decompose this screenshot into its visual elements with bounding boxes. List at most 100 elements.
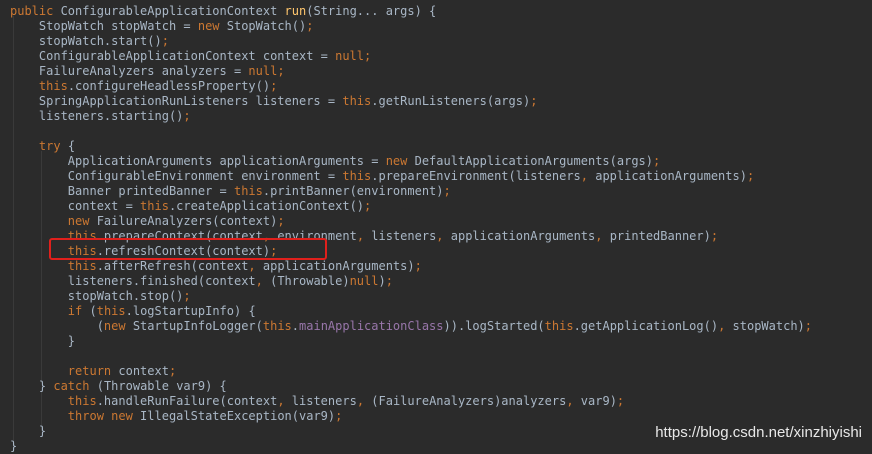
code-token: context: [118, 364, 169, 378]
code-line: throw new IllegalStateException(var9);: [10, 409, 343, 424]
code-token: StopWatch(): [226, 19, 307, 33]
code-token: applicationArguments: [450, 229, 596, 243]
code-token: this: [140, 199, 169, 213]
watermark: https://blog.csdn.net/xinzhiyishi: [655, 424, 862, 441]
code-token: .createApplicationContext(): [168, 199, 365, 213]
code-token: ;: [746, 169, 755, 183]
code-token: ;: [710, 229, 719, 243]
code-token: .printBanner(environment): [262, 184, 444, 198]
code-token: ,: [356, 229, 372, 243]
code-token: listeners.starting(): [10, 109, 184, 123]
code-token: )).logStarted(: [443, 319, 545, 333]
code-token: stopWatch): [732, 319, 805, 333]
code-token: SpringApplicationRunListeners listeners …: [10, 94, 343, 108]
code-token: .handleRunFailure(context: [96, 394, 278, 408]
code-token: ;: [530, 94, 538, 108]
code-token: ;: [616, 394, 625, 408]
code-line: public ConfigurableApplicationContext ru…: [10, 4, 436, 19]
code-token: ApplicationArguments applicationArgument…: [10, 154, 386, 168]
code-token: .: [291, 319, 300, 333]
code-token: this: [67, 394, 97, 408]
code-token: StopWatch stopWatch =: [10, 19, 198, 33]
code-token: ;: [364, 199, 372, 213]
code-token: null;: [335, 49, 372, 63]
code-token: stopWatch.stop(): [10, 289, 184, 303]
code-token: this: [233, 184, 263, 198]
code-token: ConfigurableEnvironment environment =: [10, 169, 343, 183]
highlight-box: [49, 238, 327, 260]
code-token: .getRunListeners(args): [371, 94, 531, 108]
code-token: applicationArguments): [595, 169, 747, 183]
code-token: applicationArguments): [262, 259, 415, 273]
code-line: ConfigurableApplicationContext context =…: [10, 49, 371, 64]
code-token: new: [103, 319, 133, 333]
code-token: this: [67, 259, 97, 273]
code-token: ,: [277, 394, 292, 408]
code-token: Banner printedBanner =: [10, 184, 234, 198]
code-token: }: [10, 424, 47, 438]
code-token: (: [10, 319, 104, 333]
code-line: ConfigurableEnvironment environment = th…: [10, 169, 754, 184]
code-line: listeners.finished(context, (Throwable)n…: [10, 274, 393, 289]
code-token: if: [67, 304, 90, 318]
code-line: }: [10, 334, 75, 349]
code-token: ;: [335, 409, 343, 423]
code-token: (FailureAnalyzers)analyzers: [371, 394, 567, 408]
code-token: }: [10, 379, 54, 393]
code-token: this: [96, 304, 126, 318]
code-token: ,: [356, 394, 372, 408]
code-line: this.handleRunFailure(context, listeners…: [10, 394, 624, 409]
code-token: stopWatch.start(): [10, 34, 162, 48]
code-token: ;: [653, 154, 661, 168]
code-token: run: [284, 4, 307, 18]
code-token: ,: [436, 229, 451, 243]
code-token: public: [10, 4, 61, 18]
code-line: try {: [10, 139, 75, 154]
code-token: this: [38, 79, 68, 93]
code-token: .afterRefresh(context: [96, 259, 249, 273]
code-token: this: [342, 169, 372, 183]
code-token: ;: [306, 19, 314, 33]
code-token: ,: [718, 319, 733, 333]
code-token: ,: [595, 229, 610, 243]
code-line: return context;: [10, 364, 176, 379]
code-token: new: [67, 214, 97, 228]
code-editor[interactable]: public ConfigurableApplicationContext ru…: [0, 0, 872, 453]
code-line: if (this.logStartupInfo) {: [10, 304, 256, 319]
code-token: ): [378, 274, 386, 288]
code-token: }: [10, 334, 76, 348]
code-token: (String... args) {: [306, 4, 437, 18]
code-token: .getApplicationLog(): [573, 319, 719, 333]
code-token: .configureHeadlessProperty(): [67, 79, 271, 93]
code-token: StartupInfoLogger(: [132, 319, 263, 333]
code-line: this.configureHeadlessProperty();: [10, 79, 277, 94]
code-token: ConfigurableApplicationContext: [60, 4, 285, 18]
code-token: var9): [580, 394, 617, 408]
code-token: mainApplicationClass: [299, 319, 444, 333]
code-token: ,: [580, 169, 596, 183]
code-line: ApplicationArguments applicationArgument…: [10, 154, 660, 169]
code-token: ;: [161, 34, 169, 48]
code-token: context =: [10, 199, 141, 213]
code-line: }: [10, 424, 46, 439]
code-token: throw new: [67, 409, 141, 423]
code-token: (Throwable): [270, 274, 350, 288]
code-token: ;: [183, 109, 191, 123]
code-token: .prepareEnvironment(listeners: [371, 169, 581, 183]
code-token: new: [197, 19, 227, 33]
code-token: try: [38, 139, 68, 153]
code-token: listeners: [291, 394, 357, 408]
code-token: (Throwable var9) {: [96, 379, 227, 393]
code-token: this: [342, 94, 372, 108]
code-line: this.afterRefresh(context, applicationAr…: [10, 259, 422, 274]
code-line: SpringApplicationRunListeners listeners …: [10, 94, 538, 109]
code-token: ;: [277, 214, 285, 228]
code-token: ,: [566, 394, 581, 408]
code-line: StopWatch stopWatch = new StopWatch();: [10, 19, 314, 34]
code-token: null;: [248, 64, 285, 78]
